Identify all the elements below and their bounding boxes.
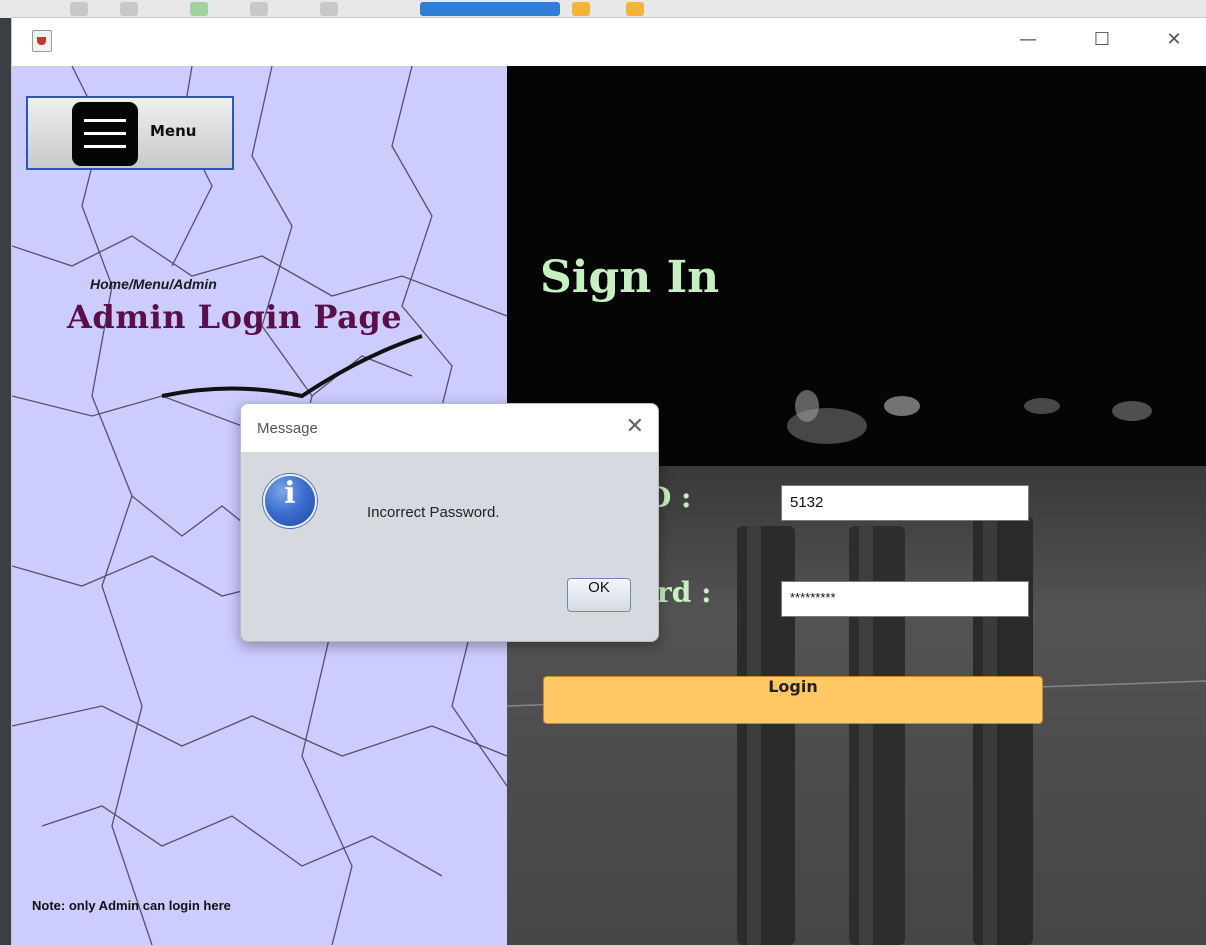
window-titlebar[interactable]: — ☐ ✕ [12, 18, 1206, 66]
dialog-close-icon[interactable]: ✕ [626, 414, 644, 439]
maximize-icon[interactable]: ☐ [1090, 28, 1114, 52]
ok-button[interactable]: OK [567, 578, 631, 612]
password-input[interactable]: ********* [781, 581, 1029, 617]
desktop-taskbar-strip [0, 0, 1206, 18]
minimize-icon[interactable]: — [1016, 28, 1040, 52]
breadcrumb: Home/Menu/Admin [90, 276, 217, 292]
message-dialog: Message ✕ i Incorrect Password. OK [240, 403, 659, 642]
hamburger-icon [72, 102, 138, 166]
admin-note: Note: only Admin can login here [32, 898, 231, 913]
dialog-titlebar[interactable]: Message ✕ [241, 404, 658, 452]
desktop-icon [120, 2, 138, 16]
sign-in-title: Sign In [540, 252, 720, 303]
desktop-icon [572, 2, 590, 16]
login-button[interactable]: Login [543, 676, 1043, 724]
page-title: Admin Login Page [67, 298, 403, 336]
desktop-icon [626, 2, 644, 16]
dialog-title: Message [257, 420, 318, 437]
desktop-icon [420, 2, 560, 16]
info-icon-glyph: i [284, 476, 296, 511]
menu-button[interactable]: Menu [26, 96, 234, 170]
info-icon: i [263, 474, 317, 528]
desktop-icon [320, 2, 338, 16]
close-icon[interactable]: ✕ [1162, 28, 1186, 52]
password-label: rd : [657, 576, 712, 609]
desktop-icon [250, 2, 268, 16]
java-app-icon[interactable] [32, 30, 52, 52]
desktop-icon [190, 2, 208, 16]
menu-button-label: Menu [150, 122, 197, 140]
admin-id-input[interactable]: 5132 [781, 485, 1029, 521]
desktop-icon [70, 2, 88, 16]
dialog-message: Incorrect Password. [367, 504, 500, 521]
